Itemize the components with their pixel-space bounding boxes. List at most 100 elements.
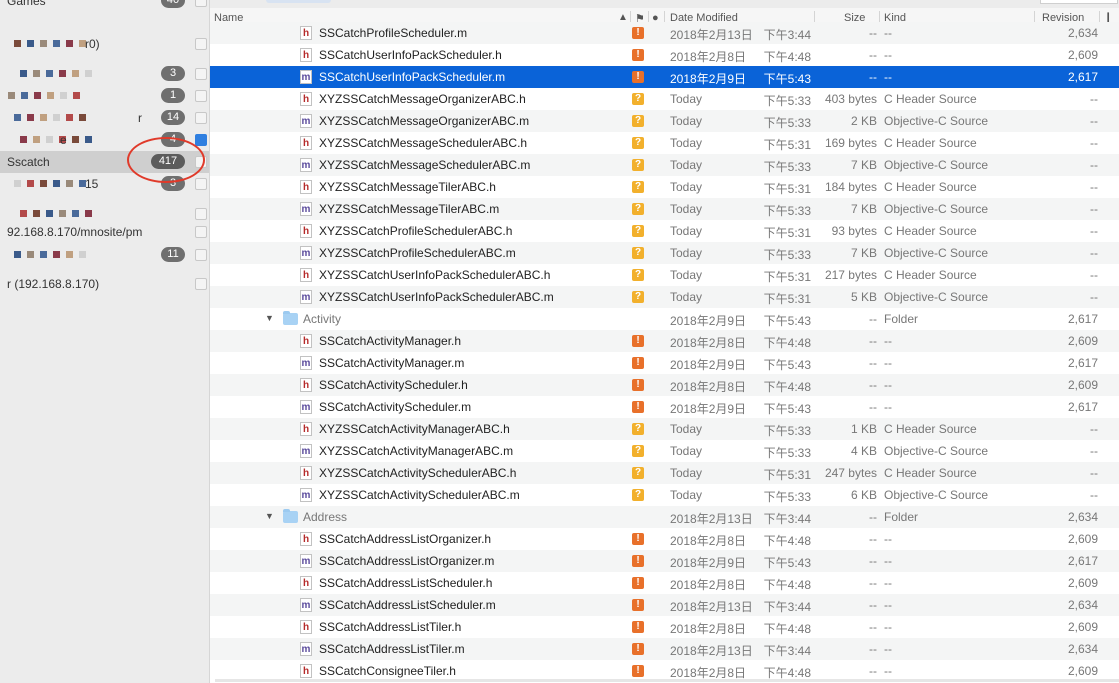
file-row[interactable]: m SSCatchActivityManager.m! 2018年2月9日 下午5:4… bbox=[210, 352, 1119, 374]
horizontal-scrollbar[interactable] bbox=[215, 679, 1119, 682]
file-size: -- bbox=[869, 356, 877, 370]
sidebar-item[interactable]: 3 bbox=[0, 63, 209, 85]
file-row[interactable]: m SSCatchAddressListTiler.m! 2018年2月13日 下午3… bbox=[210, 638, 1119, 660]
source-file-icon: m bbox=[300, 290, 312, 304]
sidebar-item-checkbox[interactable] bbox=[195, 90, 207, 102]
file-row[interactable]: h SSCatchAddressListTiler.h! 2018年2月8日 下午4:… bbox=[210, 616, 1119, 638]
header-file-icon: h bbox=[300, 620, 312, 634]
disclosure-triangle-icon[interactable]: ▼ bbox=[265, 313, 274, 323]
file-row[interactable]: m XYZSSCatchMessageOrganizerABC.m? Today 下午… bbox=[210, 110, 1119, 132]
time-modified: 下午5:31 bbox=[763, 468, 811, 482]
file-row[interactable]: h XYZSSCatchMessageSchedulerABC.h? Today 下午… bbox=[210, 132, 1119, 154]
folder-row[interactable]: ▼ Address 2018年2月13日 下午3:44 -- Folder 2,634 bbox=[210, 506, 1119, 528]
file-name: SSCatchAddressListOrganizer.h bbox=[319, 532, 492, 546]
date-modified: Today bbox=[670, 136, 703, 150]
file-size: 6 KB bbox=[850, 488, 877, 502]
conflict-status-icon: ! bbox=[632, 577, 644, 589]
file-kind: Objective-C Source bbox=[884, 202, 989, 216]
header-file-icon: h bbox=[300, 136, 312, 150]
source-file-icon: m bbox=[300, 642, 312, 656]
revision: 2,617 bbox=[1067, 312, 1098, 326]
file-kind: C Header Source bbox=[884, 268, 977, 282]
file-row[interactable]: m XYZSSCatchMessageTilerABC.m? Today 下午5:33… bbox=[210, 198, 1119, 220]
sidebar-item[interactable]: 92.168.8.170/mnosite/pm bbox=[0, 221, 209, 243]
file-row[interactable]: m XYZSSCatchActivityManagerABC.m? Today 下午5… bbox=[210, 440, 1119, 462]
sidebar-item[interactable]: r (192.168.8.170) bbox=[0, 273, 209, 295]
sidebar-item-checkbox[interactable] bbox=[195, 0, 207, 7]
time-modified: 下午3:44 bbox=[763, 600, 811, 614]
revision: -- bbox=[1090, 246, 1098, 260]
file-row[interactable]: h XYZSSCatchMessageOrganizerABC.h? Today 下午… bbox=[210, 88, 1119, 110]
file-name: XYZSSCatchUserInfoPackSchedulerABC.h bbox=[319, 268, 551, 282]
file-kind: -- bbox=[884, 26, 892, 40]
annotation-circle bbox=[127, 137, 205, 183]
file-row[interactable]: h XYZSSCatchProfileSchedulerABC.h? Today 下午… bbox=[210, 220, 1119, 242]
time-modified: 下午4:48 bbox=[763, 622, 811, 636]
time-modified: 下午5:33 bbox=[763, 116, 811, 130]
sidebar-item-checkbox[interactable] bbox=[195, 226, 207, 238]
file-row[interactable]: m SSCatchAddressListOrganizer.m! 2018年2月9日… bbox=[210, 550, 1119, 572]
revision: 2,634 bbox=[1067, 510, 1098, 524]
revision: 2,617 bbox=[1067, 400, 1098, 414]
sidebar-item-checkbox[interactable] bbox=[195, 112, 207, 124]
file-name: XYZSSCatchProfileSchedulerABC.m bbox=[319, 246, 516, 260]
sidebar-item-checkbox[interactable] bbox=[195, 38, 207, 50]
file-kind: Objective-C Source bbox=[884, 488, 989, 502]
file-kind: -- bbox=[884, 400, 892, 414]
sidebar-item-checkbox[interactable] bbox=[195, 208, 207, 220]
sidebar-item-checkbox[interactable] bbox=[195, 249, 207, 261]
revision: -- bbox=[1090, 202, 1098, 216]
count-badge: 11 bbox=[161, 247, 185, 262]
file-row[interactable]: h SSCatchAddressListScheduler.h! 2018年2月8日… bbox=[210, 572, 1119, 594]
sidebar-item[interactable]: r0) bbox=[0, 33, 209, 55]
sidebar-item-checkbox[interactable] bbox=[195, 68, 207, 80]
sidebar-item[interactable]: 1 bbox=[0, 85, 209, 107]
time-modified: 下午5:33 bbox=[763, 424, 811, 438]
file-row[interactable]: h SSCatchActivityManager.h! 2018年2月8日 下午4:4… bbox=[210, 330, 1119, 352]
file-row[interactable]: m SSCatchActivityScheduler.m! 2018年2月9日 下午5… bbox=[210, 396, 1119, 418]
sidebar-item[interactable]: r 14 bbox=[0, 107, 209, 129]
redacted-text bbox=[79, 114, 86, 121]
sidebar-item[interactable]: 11 bbox=[0, 244, 209, 266]
unversioned-status-icon: ? bbox=[632, 269, 644, 281]
redacted-text bbox=[20, 136, 27, 143]
file-row[interactable]: h SSCatchProfileScheduler.m! 2018年2月13日 下午3… bbox=[210, 22, 1119, 44]
file-row[interactable]: h SSCatchActivityScheduler.h! 2018年2月8日 下午4… bbox=[210, 374, 1119, 396]
file-row[interactable]: m XYZSSCatchUserInfoPackSchedulerABC.m? To… bbox=[210, 286, 1119, 308]
disclosure-triangle-icon[interactable]: ▼ bbox=[265, 511, 274, 521]
date-modified: Today bbox=[670, 290, 703, 304]
file-row[interactable]: h SSCatchAddressListOrganizer.h! 2018年2月8日… bbox=[210, 528, 1119, 550]
file-name: SSCatchAddressListTiler.h bbox=[319, 620, 462, 634]
unversioned-status-icon: ? bbox=[632, 445, 644, 457]
file-row[interactable]: m XYZSSCatchActivitySchedulerABC.m? Today 下… bbox=[210, 484, 1119, 506]
file-row[interactable]: h SSCatchUserInfoPackScheduler.h! 2018年2月8… bbox=[210, 44, 1119, 66]
file-row[interactable]: h XYZSSCatchMessageTilerABC.h? Today 下午5:31… bbox=[210, 176, 1119, 198]
file-row[interactable]: m XYZSSCatchProfileSchedulerABC.m? Today 下午… bbox=[210, 242, 1119, 264]
file-name: SSCatchAddressListTiler.m bbox=[319, 642, 465, 656]
count-badge: 14 bbox=[161, 110, 185, 125]
time-modified: 下午5:33 bbox=[763, 248, 811, 262]
time-modified: 下午5:31 bbox=[763, 182, 811, 196]
file-row[interactable]: h XYZSSCatchActivityManagerABC.h? Today 下午5… bbox=[210, 418, 1119, 440]
sidebar-item-checkbox[interactable] bbox=[195, 278, 207, 290]
redacted-text bbox=[27, 251, 34, 258]
unversioned-status-icon: ? bbox=[632, 225, 644, 237]
search-field[interactable] bbox=[1040, 0, 1118, 4]
sidebar-item-checkbox[interactable] bbox=[195, 178, 207, 190]
file-row[interactable]: h XYZSSCatchActivitySchedulerABC.h? Today 下… bbox=[210, 462, 1119, 484]
file-row[interactable]: m SSCatchAddressListScheduler.m! 2018年2月13… bbox=[210, 594, 1119, 616]
count-badge: 1 bbox=[161, 88, 185, 103]
header-file-icon: h bbox=[300, 378, 312, 392]
date-modified: Today bbox=[670, 466, 703, 480]
folder-row[interactable]: ▼ Activity 2018年2月9日 下午5:43 -- Folder 2,617 bbox=[210, 308, 1119, 330]
sidebar-item-checkbox[interactable] bbox=[195, 134, 207, 146]
file-row[interactable]: m XYZSSCatchMessageSchedulerABC.m? Today 下午… bbox=[210, 154, 1119, 176]
time-modified: 下午5:43 bbox=[763, 402, 811, 416]
file-row[interactable]: m SSCatchUserInfoPackScheduler.m! 2018年2月9… bbox=[210, 66, 1119, 88]
file-kind: -- bbox=[884, 642, 892, 656]
file-size: -- bbox=[869, 510, 877, 524]
sidebar-item[interactable]: Games 40 bbox=[0, 0, 209, 12]
revision: -- bbox=[1090, 92, 1098, 106]
toolbar-segment[interactable] bbox=[266, 0, 331, 3]
file-row[interactable]: h XYZSSCatchUserInfoPackSchedulerABC.h? To… bbox=[210, 264, 1119, 286]
